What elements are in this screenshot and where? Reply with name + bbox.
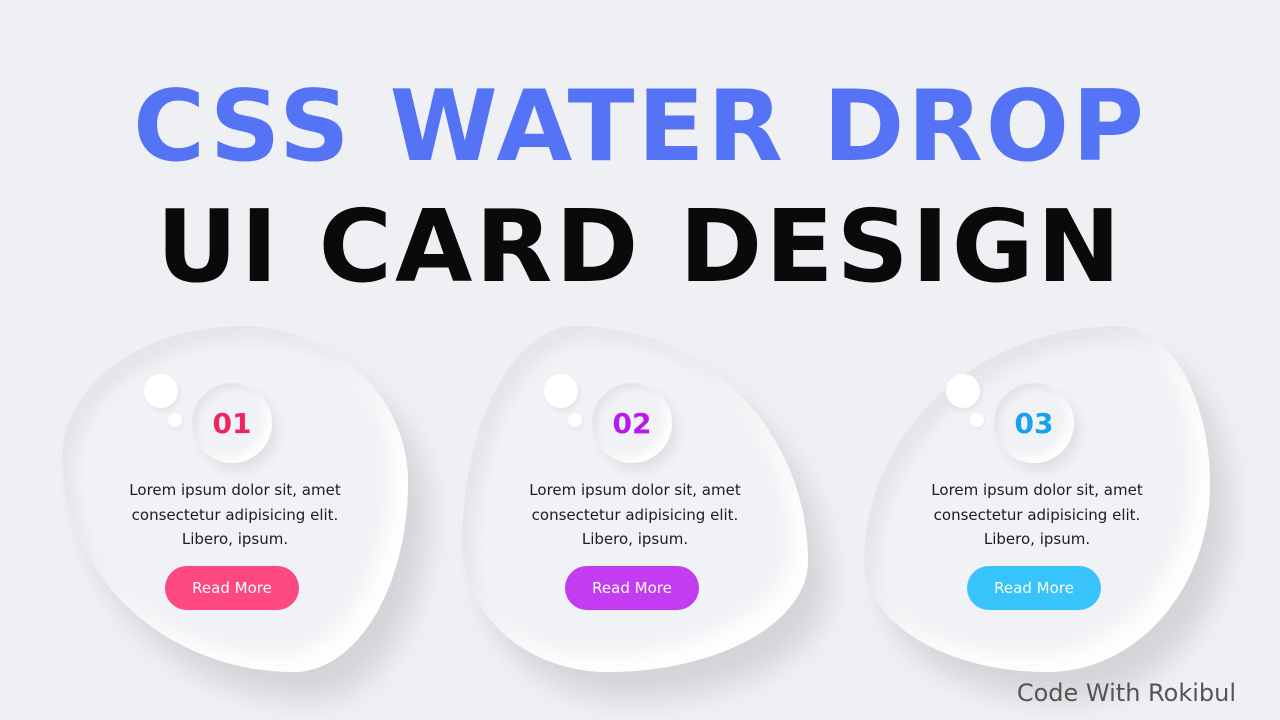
card-text-line-1: Lorem ipsum dolor sit, amet	[931, 481, 1143, 499]
bubble-large-highlight	[544, 374, 578, 408]
read-more-button[interactable]: Read More	[565, 566, 699, 610]
bubble-large-highlight	[946, 374, 980, 408]
card-text-line-1: Lorem ipsum dolor sit, amet	[129, 481, 341, 499]
card-number: 01	[212, 406, 252, 440]
read-more-button[interactable]: Read More	[165, 566, 299, 610]
card-description: Lorem ipsum dolor sit, amet consectetur …	[462, 478, 808, 552]
water-drop-card-1: 01 Lorem ipsum dolor sit, amet consectet…	[62, 326, 408, 672]
water-drop-card-3: 03 Lorem ipsum dolor sit, amet consectet…	[864, 326, 1210, 672]
card-number: 02	[612, 406, 652, 440]
card-text-line-3: Libero, ipsum.	[581, 530, 689, 548]
card-text-line-2: consectetur adipisicing elit.	[933, 505, 1141, 524]
title-line-1: CSS WATER DROP	[133, 70, 1147, 184]
card-number: 03	[1014, 406, 1054, 440]
card-text-line-2: consectetur adipisicing elit.	[131, 505, 339, 524]
card-text-line-3: Libero, ipsum.	[181, 530, 289, 548]
bubble-small-highlight	[168, 413, 182, 427]
water-drop-card-2: 02 Lorem ipsum dolor sit, amet consectet…	[462, 326, 808, 672]
footer-credit: Code With Rokibul	[1016, 679, 1236, 707]
bubble-large-highlight	[144, 374, 178, 408]
card-number-badge: 03	[994, 383, 1074, 463]
card-number-badge: 02	[592, 383, 672, 463]
card-description: Lorem ipsum dolor sit, amet consectetur …	[864, 478, 1210, 552]
card-number-badge: 01	[192, 383, 272, 463]
card-text-line-1: Lorem ipsum dolor sit, amet	[529, 481, 741, 499]
title-line-2: UI CARD DESIGN	[156, 188, 1124, 305]
read-more-button[interactable]: Read More	[967, 566, 1101, 610]
card-text-line-2: consectetur adipisicing elit.	[531, 505, 739, 524]
card-description: Lorem ipsum dolor sit, amet consectetur …	[62, 478, 408, 552]
bubble-small-highlight	[568, 413, 582, 427]
bubble-small-highlight	[970, 413, 984, 427]
card-text-line-3: Libero, ipsum.	[983, 530, 1091, 548]
